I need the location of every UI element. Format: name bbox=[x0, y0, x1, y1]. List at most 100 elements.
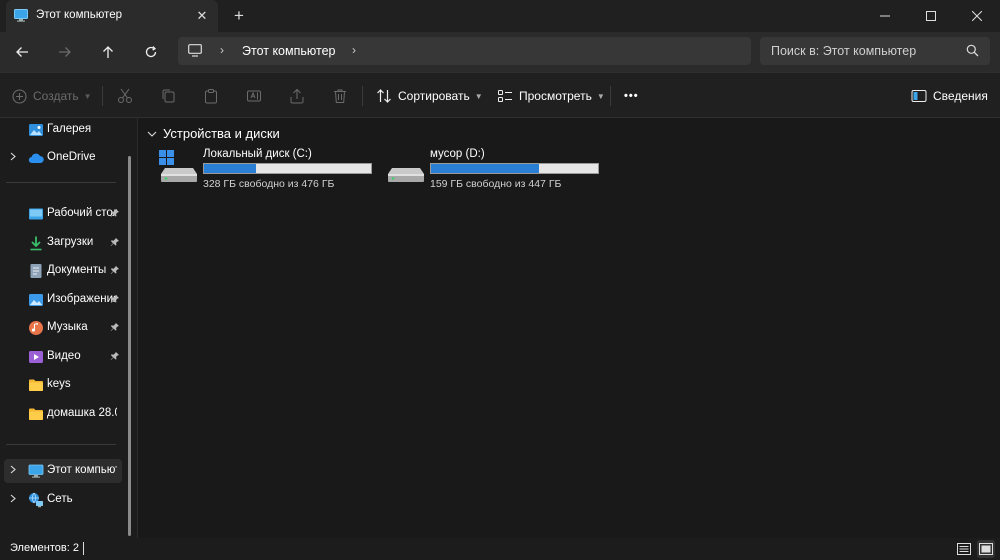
copy-icon bbox=[162, 89, 175, 103]
close-tab-icon[interactable]: ✕ bbox=[192, 6, 212, 26]
tiles-view-icon bbox=[979, 543, 993, 555]
breadcrumb-separator-end[interactable]: › bbox=[352, 43, 356, 57]
sidebar-item-label: keys bbox=[47, 378, 71, 390]
status-bar: Элементов: 2 bbox=[0, 538, 1000, 560]
more-options-button[interactable]: ••• bbox=[624, 83, 639, 109]
share-icon bbox=[290, 88, 304, 104]
breadcrumb-this-pc[interactable]: Этот компьютер bbox=[242, 44, 335, 58]
toolbar-divider bbox=[102, 86, 103, 106]
download-icon bbox=[28, 235, 44, 251]
sidebar-item-desktop[interactable]: Рабочий стол bbox=[4, 202, 122, 226]
clipboard-icon bbox=[205, 89, 217, 104]
minimize-button[interactable] bbox=[862, 0, 908, 32]
desktop-icon bbox=[28, 206, 44, 222]
tab-this-pc[interactable]: Этот компьютер ✕ bbox=[6, 0, 218, 32]
monitor-icon bbox=[188, 44, 202, 60]
chevron-down-icon[interactable] bbox=[147, 126, 157, 141]
forward-button[interactable] bbox=[51, 38, 79, 66]
sidebar-scrollbar[interactable] bbox=[128, 156, 131, 536]
search-icon bbox=[966, 44, 979, 60]
sidebar-item-homework-folder[interactable]: домашка 28.04. bbox=[4, 402, 122, 426]
chevron-right-icon[interactable] bbox=[9, 152, 17, 163]
chevron-down-icon: ▼ bbox=[596, 91, 605, 101]
document-icon bbox=[28, 263, 44, 279]
sidebar-item-label: OneDrive bbox=[47, 151, 96, 163]
minimize-icon bbox=[880, 15, 890, 17]
search-input[interactable]: Поиск в: Этот компьютер bbox=[771, 44, 916, 58]
view-button[interactable]: Просмотреть ▼ bbox=[497, 83, 605, 109]
arrow-left-icon bbox=[16, 47, 28, 57]
search-box[interactable]: Поиск в: Этот компьютер bbox=[760, 37, 990, 65]
sidebar-item-label: Сеть bbox=[47, 493, 73, 505]
new-tab-button[interactable]: + bbox=[228, 6, 250, 26]
rename-icon bbox=[247, 90, 261, 102]
delete-button[interactable] bbox=[332, 83, 348, 109]
sidebar-item-onedrive[interactable]: OneDrive bbox=[4, 146, 122, 170]
sidebar-item-label: Этот компьютер bbox=[47, 464, 117, 476]
share-button[interactable] bbox=[289, 83, 305, 109]
sidebar-item-label: Документы bbox=[47, 264, 107, 276]
create-label: Создать bbox=[33, 89, 79, 103]
sidebar-item-this-pc[interactable]: Этот компьютер bbox=[4, 459, 122, 483]
navigation-bar: › Этот компьютер › Поиск в: Этот компьют… bbox=[0, 32, 1000, 72]
sort-label: Сортировать bbox=[398, 89, 470, 103]
chevron-right-icon[interactable] bbox=[9, 465, 17, 476]
sort-button[interactable]: Сортировать ▼ bbox=[376, 83, 483, 109]
drive-free-space: 159 ГБ свободно из 447 ГБ bbox=[430, 178, 562, 190]
maximize-button[interactable] bbox=[908, 0, 954, 32]
paste-button[interactable] bbox=[203, 83, 219, 109]
drive-free-space: 328 ГБ свободно из 476 ГБ bbox=[203, 178, 335, 190]
sidebar-item-keys[interactable]: keys bbox=[4, 373, 122, 397]
hard-drive-icon bbox=[386, 150, 426, 185]
pin-icon[interactable] bbox=[110, 294, 120, 307]
music-icon bbox=[28, 320, 44, 336]
drive-name: мусор (D:) bbox=[430, 148, 485, 160]
trash-icon bbox=[334, 89, 346, 103]
sidebar-item-gallery[interactable]: Галерея bbox=[4, 118, 122, 142]
group-title: Устройства и диски bbox=[163, 125, 280, 141]
gallery-icon bbox=[28, 122, 44, 138]
details-label: Сведения bbox=[933, 89, 988, 103]
scissors-icon bbox=[118, 88, 132, 103]
pin-icon[interactable] bbox=[110, 237, 120, 250]
pictures-icon bbox=[28, 292, 44, 308]
create-button[interactable]: Создать ▼ bbox=[12, 83, 92, 109]
group-header-devices[interactable]: Устройства и диски bbox=[147, 124, 280, 142]
drive-usage-bar bbox=[430, 163, 599, 174]
navigation-pane: Галерея OneDrive Рабочий стол Загрузки Д… bbox=[0, 118, 138, 538]
address-bar[interactable]: › Этот компьютер › bbox=[178, 37, 751, 65]
toolbar-divider bbox=[610, 86, 611, 106]
details-view-button[interactable] bbox=[955, 540, 973, 558]
drive-c[interactable]: Локальный диск (C:) 328 ГБ свободно из 4… bbox=[159, 146, 379, 192]
pin-icon[interactable] bbox=[110, 265, 120, 278]
breadcrumb-separator[interactable]: › bbox=[220, 43, 224, 57]
sidebar-item-music[interactable]: Музыка bbox=[4, 316, 122, 340]
pin-icon[interactable] bbox=[110, 208, 120, 221]
details-view-icon bbox=[957, 543, 971, 555]
drive-usage-fill bbox=[204, 164, 256, 173]
cut-button[interactable] bbox=[117, 83, 133, 109]
sidebar-item-documents[interactable]: Документы bbox=[4, 259, 122, 283]
close-window-button[interactable] bbox=[954, 0, 1000, 32]
pin-icon[interactable] bbox=[110, 351, 120, 364]
rename-button[interactable] bbox=[246, 83, 262, 109]
sidebar-item-label: Загрузки bbox=[47, 236, 94, 248]
sidebar-item-label: Видео bbox=[47, 350, 81, 362]
sidebar-divider bbox=[6, 182, 116, 183]
sidebar-item-label: Изображения bbox=[47, 293, 117, 305]
sidebar-item-network[interactable]: Сеть bbox=[4, 488, 122, 512]
back-button[interactable] bbox=[8, 38, 36, 66]
arrow-up-icon bbox=[103, 46, 113, 58]
drive-d[interactable]: мусор (D:) 159 ГБ свободно из 447 ГБ bbox=[386, 146, 606, 192]
up-button[interactable] bbox=[94, 38, 122, 66]
sidebar-item-label: Рабочий стол bbox=[47, 207, 117, 219]
sidebar-item-downloads[interactable]: Загрузки bbox=[4, 231, 122, 255]
refresh-button[interactable] bbox=[137, 38, 165, 66]
tiles-view-button[interactable] bbox=[977, 540, 995, 558]
copy-button[interactable] bbox=[160, 83, 176, 109]
chevron-right-icon[interactable] bbox=[9, 494, 17, 505]
details-button[interactable]: Сведения bbox=[911, 83, 988, 109]
sidebar-item-pictures[interactable]: Изображения bbox=[4, 288, 122, 312]
sidebar-item-video[interactable]: Видео bbox=[4, 345, 122, 369]
pin-icon[interactable] bbox=[110, 322, 120, 335]
